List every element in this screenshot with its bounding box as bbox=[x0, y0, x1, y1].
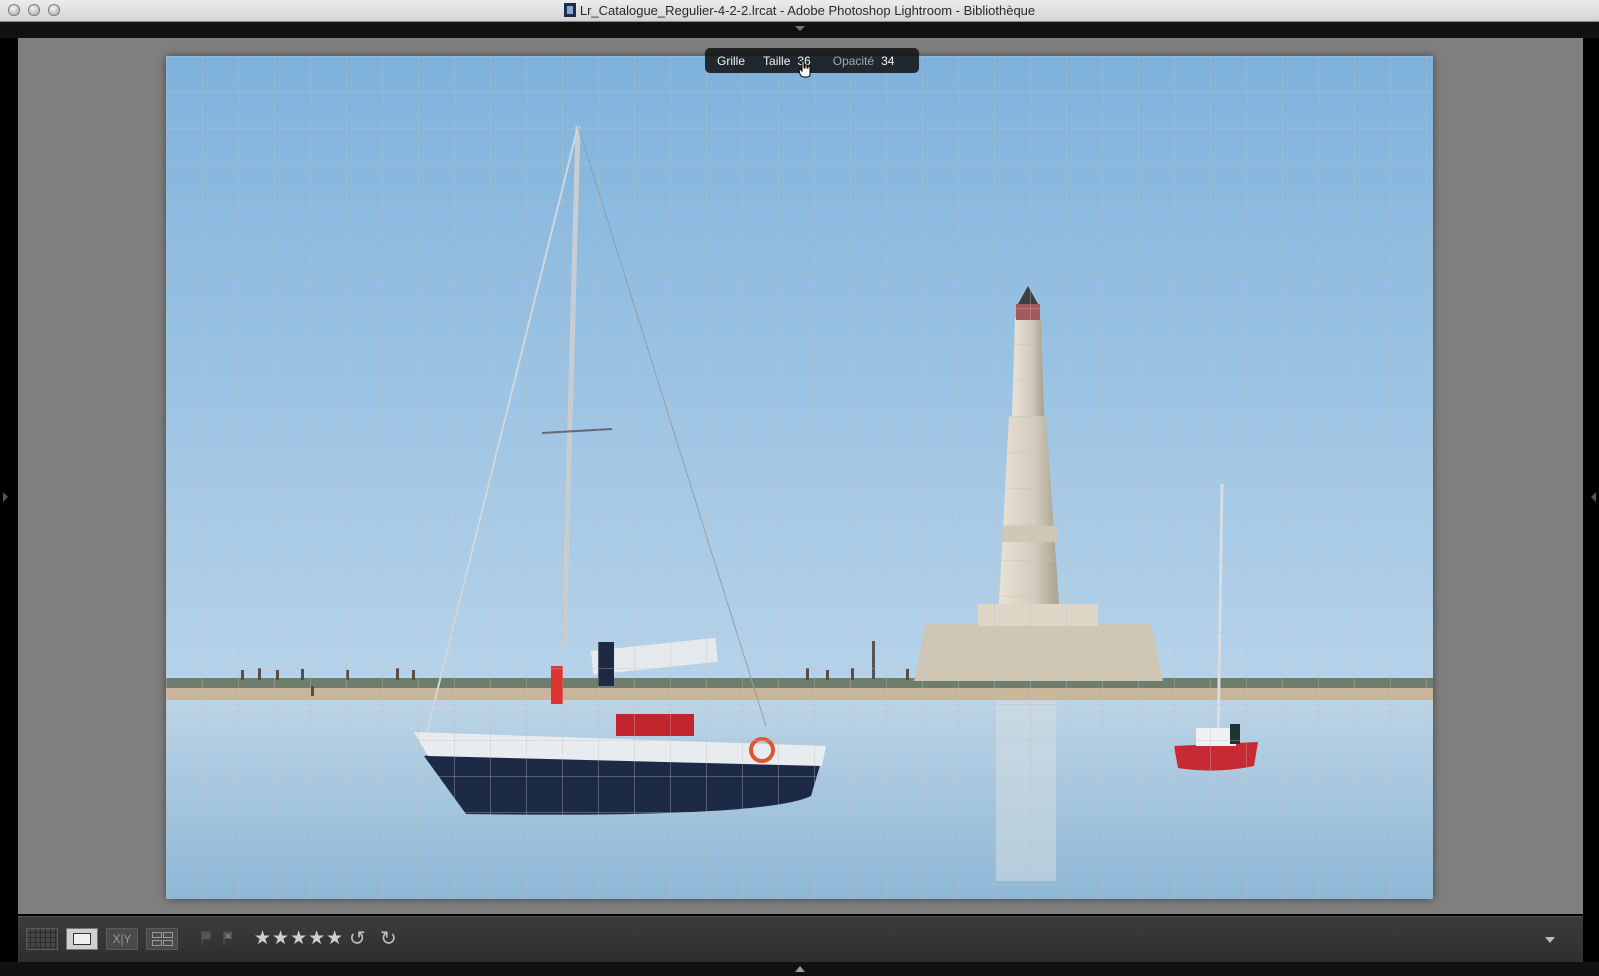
survey-cell bbox=[163, 932, 173, 938]
survey-cell bbox=[163, 940, 173, 946]
rotate-right-icon[interactable]: ↻ bbox=[380, 928, 397, 950]
rotate-left-icon[interactable]: ↺ bbox=[349, 928, 366, 950]
filmstrip-toggle-icon[interactable] bbox=[795, 966, 805, 972]
survey-cell bbox=[152, 932, 162, 938]
catalog-document-icon bbox=[563, 3, 576, 17]
left-panel-toggle-icon[interactable] bbox=[3, 492, 8, 502]
grid-overlay-hud: Grille Taille36 Opacité34 bbox=[705, 48, 919, 73]
bottom-panel-strip[interactable] bbox=[0, 962, 1599, 976]
title-bar: Lr_Catalogue_Regulier-4-2-2.lrcat - Adob… bbox=[0, 0, 1599, 22]
grid-opacity-label: Opacité bbox=[832, 53, 875, 68]
rating-stars[interactable]: ★★★★★ bbox=[254, 928, 344, 950]
window-title: Lr_Catalogue_Regulier-4-2-2.lrcat - Adob… bbox=[579, 3, 1036, 18]
loupe-view-area bbox=[18, 38, 1583, 914]
grid-opacity-value[interactable]: 34 bbox=[881, 54, 894, 68]
photo-image bbox=[166, 56, 1433, 899]
loupe-view-icon[interactable] bbox=[66, 928, 98, 950]
survey-view-icon[interactable] bbox=[146, 928, 178, 950]
toolbar-content-menu-icon[interactable] bbox=[1545, 937, 1555, 943]
top-panel-strip[interactable] bbox=[0, 22, 1599, 38]
compare-view-label: X|Y bbox=[112, 932, 132, 946]
grid-opacity-control[interactable]: Opacité 34 bbox=[833, 54, 895, 68]
right-panel-toggle-icon[interactable] bbox=[1591, 492, 1596, 502]
window-title-wrap: Lr_Catalogue_Regulier-4-2-2.lrcat - Adob… bbox=[0, 0, 1599, 22]
hand-cursor-icon bbox=[798, 60, 811, 78]
library-toolbar: X|Y ★★★★★ ↺ ↻ bbox=[18, 916, 1583, 962]
photo-preview[interactable] bbox=[166, 56, 1433, 899]
grid-view-icon[interactable] bbox=[26, 928, 58, 950]
compare-view-icon[interactable]: X|Y bbox=[106, 928, 138, 950]
grid-hud-label: Grille bbox=[717, 53, 746, 68]
reject-flag-icon[interactable] bbox=[223, 931, 233, 945]
grid-size-label: Taille bbox=[763, 53, 791, 68]
flag-icon[interactable] bbox=[201, 931, 211, 945]
top-panel-toggle-icon[interactable] bbox=[795, 26, 805, 31]
survey-cell bbox=[152, 940, 162, 946]
